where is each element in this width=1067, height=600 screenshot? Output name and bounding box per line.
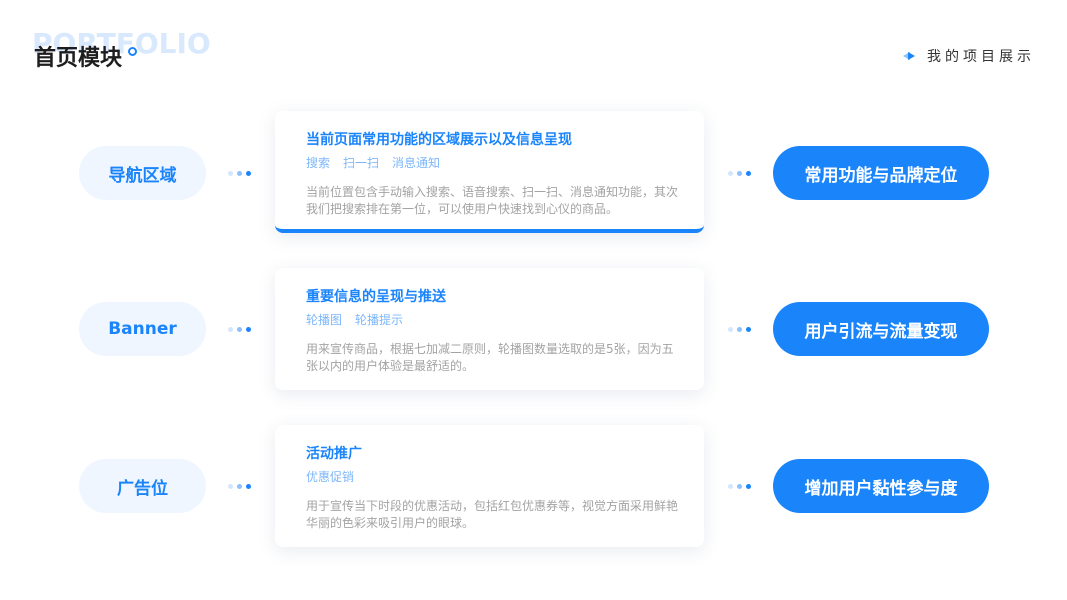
card-title: 重要信息的呈现与推送 [306, 289, 446, 305]
module-row: 广告位 活动推广 优惠促销 用于宣传当下时段的优惠活动，包括红包优惠券等，视觉方… [0, 425, 1067, 555]
card-title: 当前页面常用功能的区域展示以及信息呈现 [306, 132, 572, 148]
connector-dots-left [228, 484, 251, 489]
page-title: 首页模块 [34, 46, 123, 71]
left-pill: Banner [79, 302, 206, 356]
tag: 消息通知 [392, 156, 441, 170]
tag: 搜索 [306, 156, 331, 170]
module-row: 导航区域 当前页面常用功能的区域展示以及信息呈现 搜索 扫一扫 消息通知 当前位… [0, 111, 1067, 241]
module-card: 活动推广 优惠促销 用于宣传当下时段的优惠活动，包括红包优惠券等，视觉方面采用鲜… [275, 425, 704, 547]
connector-dots-right [728, 171, 751, 176]
card-description: 用于宣传当下时段的优惠活动，包括红包优惠券等，视觉方面采用鲜艳华丽的色彩来吸引用… [306, 499, 679, 530]
title-ring-decoration [128, 47, 137, 56]
tag: 轮播图 [306, 313, 343, 327]
module-card: 当前页面常用功能的区域展示以及信息呈现 搜索 扫一扫 消息通知 当前位置包含手动… [275, 111, 704, 233]
card-tags: 轮播图 轮播提示 [306, 312, 682, 328]
module-card: 重要信息的呈现与推送 轮播图 轮播提示 用来宣传商品，根据七加减二原则，轮播图数… [275, 268, 704, 390]
right-pill: 常用功能与品牌定位 [773, 146, 989, 200]
card-description: 当前位置包含手动输入搜索、语音搜索、扫一扫、消息通知功能，其次我们把搜索排在第一… [306, 185, 679, 216]
double-arrow-icon [903, 50, 917, 62]
tag: 优惠促销 [306, 470, 355, 484]
card-description: 用来宣传商品，根据七加减二原则，轮播图数量选取的是5张，因为五张以内的用户体验是… [306, 342, 674, 373]
card-tags: 搜索 扫一扫 消息通知 [306, 155, 682, 171]
project-label: 我的项目展示 [927, 49, 1035, 65]
left-pill: 广告位 [79, 459, 206, 513]
card-title: 活动推广 [306, 446, 362, 462]
connector-dots-left [228, 327, 251, 332]
module-row: Banner 重要信息的呈现与推送 轮播图 轮播提示 用来宣传商品，根据七加减二… [0, 268, 1067, 398]
connector-dots-right [728, 327, 751, 332]
left-pill: 导航区域 [79, 146, 206, 200]
right-pill: 增加用户黏性参与度 [773, 459, 989, 513]
card-tags: 优惠促销 [306, 469, 682, 485]
header-right: 我的项目展示 [903, 46, 1035, 66]
tag: 轮播提示 [355, 313, 404, 327]
connector-dots-left [228, 171, 251, 176]
right-pill: 用户引流与流量变现 [773, 302, 989, 356]
tag: 扫一扫 [343, 156, 380, 170]
connector-dots-right [728, 484, 751, 489]
